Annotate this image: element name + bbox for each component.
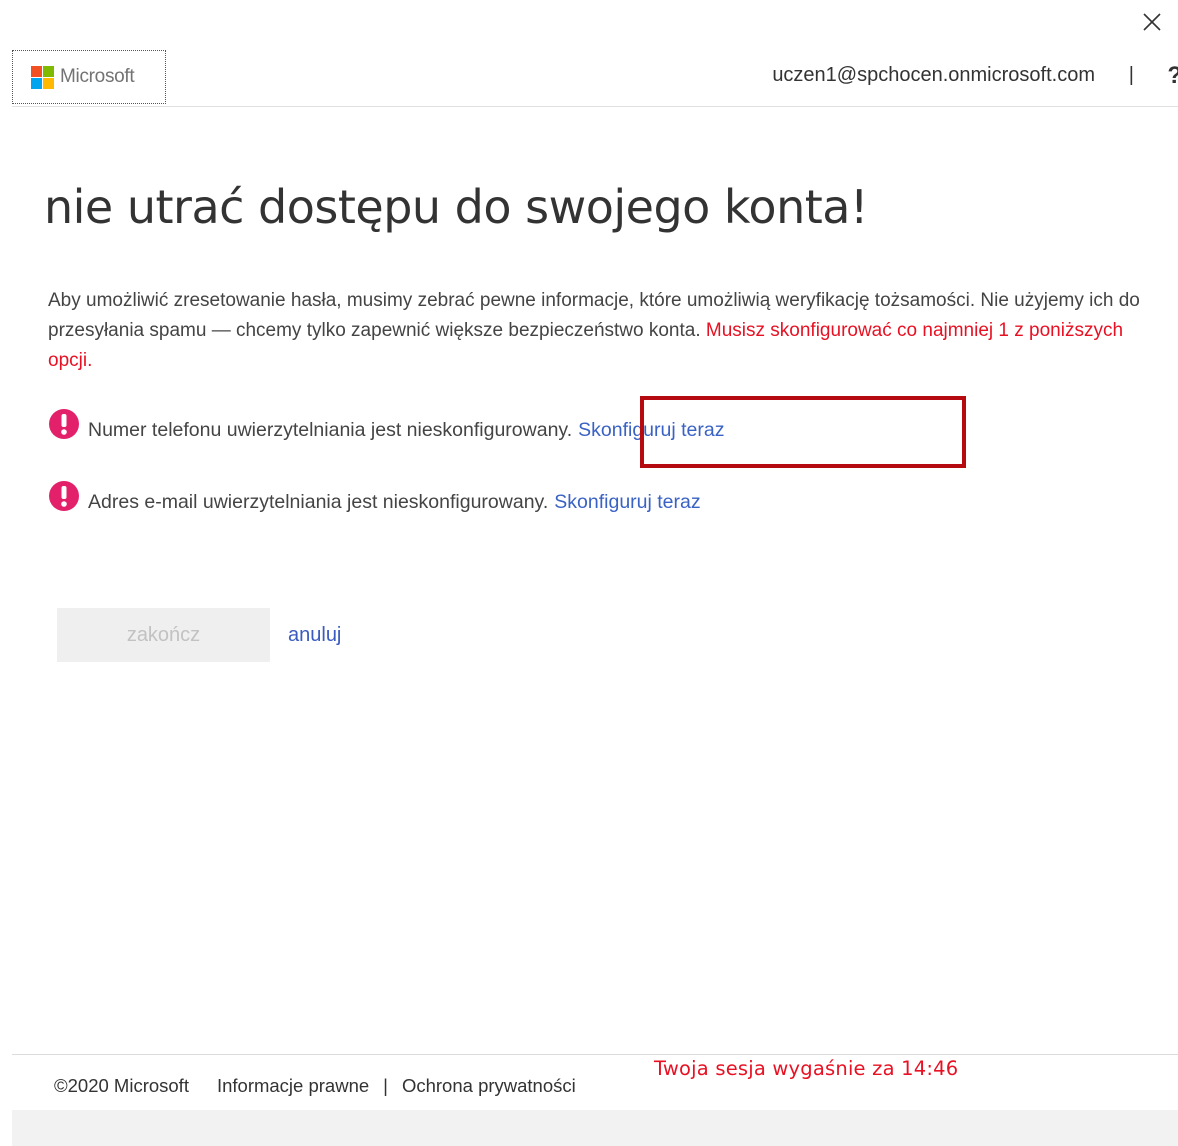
page: Microsoft uczen1@spchocen.onmicrosoft.co… [0, 0, 1178, 1146]
exclamation-circle-icon [49, 481, 79, 511]
exclamation-circle-icon [49, 409, 79, 439]
microsoft-logo[interactable]: Microsoft [12, 50, 166, 104]
cancel-link[interactable]: anuluj [288, 624, 341, 647]
footer-links: ©2020 Microsoft Informacje prawne | Ochr… [54, 1075, 576, 1097]
privacy-link[interactable]: Ochrona prywatności [402, 1075, 576, 1097]
close-icon [1143, 13, 1161, 31]
option-phone-text: Numer telefonu uwierzytelniania jest nie… [88, 418, 573, 441]
intro-text: Aby umożliwić zresetowanie hasła, musimy… [48, 286, 1158, 376]
configure-phone-link[interactable]: Skonfiguruj teraz [578, 419, 724, 442]
microsoft-logo-icon [31, 65, 54, 89]
option-phone: Numer telefonu uwierzytelniania jest nie… [48, 409, 724, 446]
header-divider: | [1128, 64, 1134, 86]
finish-button[interactable]: zakończ [57, 608, 270, 662]
option-email: Adres e-mail uwierzytelniania jest niesk… [48, 481, 701, 518]
logo-text: Microsoft [60, 66, 135, 87]
close-button[interactable] [1138, 8, 1166, 36]
session-warning: Twoja sesja wygaśnie za 14:46 [654, 1057, 959, 1080]
header: Microsoft uczen1@spchocen.onmicrosoft.co… [12, 50, 1178, 107]
legal-link[interactable]: Informacje prawne [217, 1075, 369, 1097]
footer: ©2020 Microsoft Informacje prawne | Ochr… [12, 1054, 1178, 1111]
configure-email-link[interactable]: Skonfiguruj teraz [554, 491, 700, 514]
copyright: ©2020 Microsoft [54, 1075, 189, 1096]
help-icon[interactable]: ? [1167, 62, 1178, 90]
user-email: uczen1@spchocen.onmicrosoft.com [772, 64, 1095, 86]
page-title: nie utrać dostępu do swojego konta! [44, 180, 868, 234]
footer-separator: | [383, 1075, 388, 1096]
bottom-bar [12, 1110, 1178, 1146]
option-email-text: Adres e-mail uwierzytelniania jest niesk… [88, 490, 549, 513]
